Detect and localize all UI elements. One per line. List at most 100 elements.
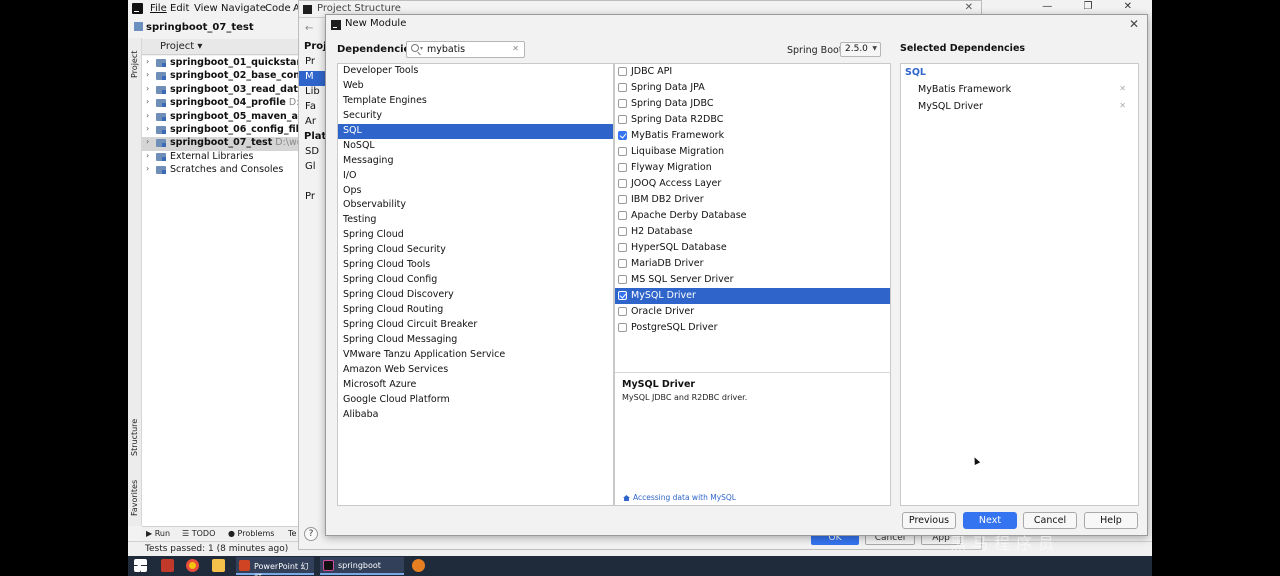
menu-navigate[interactable]: Navigate (221, 3, 266, 14)
project-structure-nav-item[interactable]: Fa (299, 101, 327, 116)
dependency-checkbox[interactable] (618, 131, 627, 140)
chevron-right-icon[interactable]: › (146, 57, 149, 66)
chevron-right-icon[interactable]: › (146, 111, 149, 120)
project-structure-nav-item[interactable]: SD (299, 146, 327, 161)
category-item[interactable]: VMware Tanzu Application Service (338, 348, 613, 363)
chevron-right-icon[interactable]: › (146, 70, 149, 79)
app-icon[interactable] (161, 559, 174, 572)
remove-icon[interactable]: ✕ (1119, 101, 1126, 110)
menu-view[interactable]: View (194, 3, 218, 14)
dependency-checkbox[interactable] (618, 163, 627, 172)
spring-boot-version-select[interactable]: 2.5.0 ▼ (840, 42, 881, 57)
category-item[interactable]: Developer Tools (338, 64, 613, 79)
category-item[interactable]: Template Engines (338, 94, 613, 109)
category-item[interactable]: Spring Cloud Tools (338, 258, 613, 273)
category-item[interactable]: I/O (338, 169, 613, 184)
category-item[interactable]: Ops (338, 184, 613, 199)
dependency-checkbox[interactable] (618, 291, 627, 300)
chevron-right-icon[interactable]: › (146, 97, 149, 106)
tree-row[interactable]: › springboot_07_testD:\worksp (142, 137, 298, 151)
category-item[interactable]: Microsoft Azure (338, 378, 613, 393)
category-item[interactable]: Amazon Web Services (338, 363, 613, 378)
category-item[interactable]: Security (338, 109, 613, 124)
category-item[interactable]: Spring Cloud Circuit Breaker (338, 318, 613, 333)
folder-icon[interactable] (212, 559, 225, 572)
help-icon[interactable]: ? (304, 527, 318, 541)
dependency-item[interactable]: PostgreSQL Driver (615, 320, 890, 336)
dependency-checkbox[interactable] (618, 179, 627, 188)
category-item[interactable]: Observability (338, 198, 613, 213)
chevron-right-icon[interactable]: › (146, 151, 149, 160)
chevron-right-icon[interactable]: › (146, 137, 149, 146)
close-icon[interactable]: ✕ (965, 2, 973, 13)
app-icon[interactable] (412, 559, 425, 572)
category-item[interactable]: NoSQL (338, 139, 613, 154)
dependency-item[interactable]: Apache Derby Database (615, 208, 890, 224)
dependency-item[interactable]: MariaDB Driver (615, 256, 890, 272)
category-item[interactable]: SQL (338, 123, 613, 139)
taskbar-powerpoint[interactable]: PowerPoint 幻灯... (236, 557, 314, 576)
project-tool-tab[interactable]: Project (130, 51, 139, 78)
dependency-checkbox[interactable] (618, 211, 627, 220)
dependency-item[interactable]: H2 Database (615, 224, 890, 240)
category-item[interactable]: Web (338, 79, 613, 94)
dependency-checkbox[interactable] (618, 115, 627, 124)
dependency-item[interactable]: MyBatis Framework (615, 128, 890, 144)
breadcrumb[interactable]: springboot_07_test (134, 22, 254, 33)
category-item[interactable]: Spring Cloud Config (338, 273, 613, 288)
menu-code[interactable]: Code (265, 3, 291, 14)
tree-row[interactable]: › springboot_04_profileD:\wor (142, 97, 298, 110)
tree-row[interactable]: › Scratches and Consoles (142, 164, 298, 177)
dependency-checkbox[interactable] (618, 323, 627, 332)
clear-icon[interactable]: ✕ (512, 44, 519, 53)
dependency-checkbox[interactable] (618, 243, 627, 252)
windows-start-icon[interactable] (134, 559, 147, 572)
chevron-right-icon[interactable]: › (146, 84, 149, 93)
taskbar-springboot[interactable]: springboot (320, 557, 404, 575)
project-structure-nav-item[interactable]: Pr (299, 191, 327, 206)
dependency-checkbox[interactable] (618, 275, 627, 284)
project-structure-nav-item[interactable]: Platfo (299, 131, 327, 146)
dependency-search[interactable]: ▾ ✕ (406, 41, 525, 58)
run-tab[interactable]: ▶ Run (146, 529, 170, 538)
dependency-item[interactable]: Flyway Migration (615, 160, 890, 176)
category-item[interactable]: Spring Cloud Routing (338, 303, 613, 318)
cancel-button[interactable]: Cancel (1023, 512, 1077, 529)
chevron-right-icon[interactable]: › (146, 124, 149, 133)
window-controls[interactable]: — ❐ ✕ (1042, 1, 1146, 12)
dependency-checkbox[interactable] (618, 307, 627, 316)
dependency-item[interactable]: HyperSQL Database (615, 240, 890, 256)
dependency-checkbox[interactable] (618, 147, 627, 156)
favorites-tool-tab[interactable]: Favorites (130, 480, 139, 516)
project-structure-nav-item[interactable]: Pr (299, 56, 327, 71)
category-item[interactable]: Messaging (338, 154, 613, 169)
close-icon[interactable]: ✕ (1129, 17, 1139, 31)
dependency-item[interactable]: JDBC API (615, 64, 890, 80)
dependency-item[interactable]: JOOQ Access Layer (615, 176, 890, 192)
tree-row[interactable]: › springboot_06_config_fileD:\ (142, 124, 298, 137)
help-button[interactable]: Help (1084, 512, 1138, 529)
category-item[interactable]: Testing (338, 213, 613, 228)
dependency-checkbox[interactable] (618, 259, 627, 268)
tree-row[interactable]: › springboot_02_base_configD (142, 70, 298, 83)
terminal-tab[interactable]: Te (288, 529, 296, 538)
category-item[interactable]: Spring Cloud Messaging (338, 333, 613, 348)
problems-tab[interactable]: ● Problems (228, 529, 274, 538)
tree-row[interactable]: › springboot_05_maven_and_bo (142, 111, 298, 124)
menu-edit[interactable]: Edit (170, 3, 189, 14)
project-structure-nav-item[interactable]: Lib (299, 86, 327, 101)
project-structure-nav-item[interactable]: M (299, 71, 327, 86)
category-item[interactable]: Spring Cloud Discovery (338, 288, 613, 303)
chevron-right-icon[interactable]: › (146, 164, 149, 173)
category-item[interactable]: Spring Cloud Security (338, 243, 613, 258)
remove-icon[interactable]: ✕ (1119, 84, 1126, 93)
dependency-item[interactable]: Liquibase Migration (615, 144, 890, 160)
tree-row[interactable]: › springboot_03_read_dataD:\ (142, 84, 298, 97)
dependency-checkbox[interactable] (618, 67, 627, 76)
structure-tool-tab[interactable]: Structure (130, 419, 139, 456)
dependency-item[interactable]: MS SQL Server Driver (615, 272, 890, 288)
previous-button[interactable]: Previous (902, 512, 956, 529)
project-structure-nav-item[interactable]: Proje (299, 41, 327, 56)
category-item[interactable]: Spring Cloud (338, 228, 613, 243)
dependency-checkbox[interactable] (618, 99, 627, 108)
